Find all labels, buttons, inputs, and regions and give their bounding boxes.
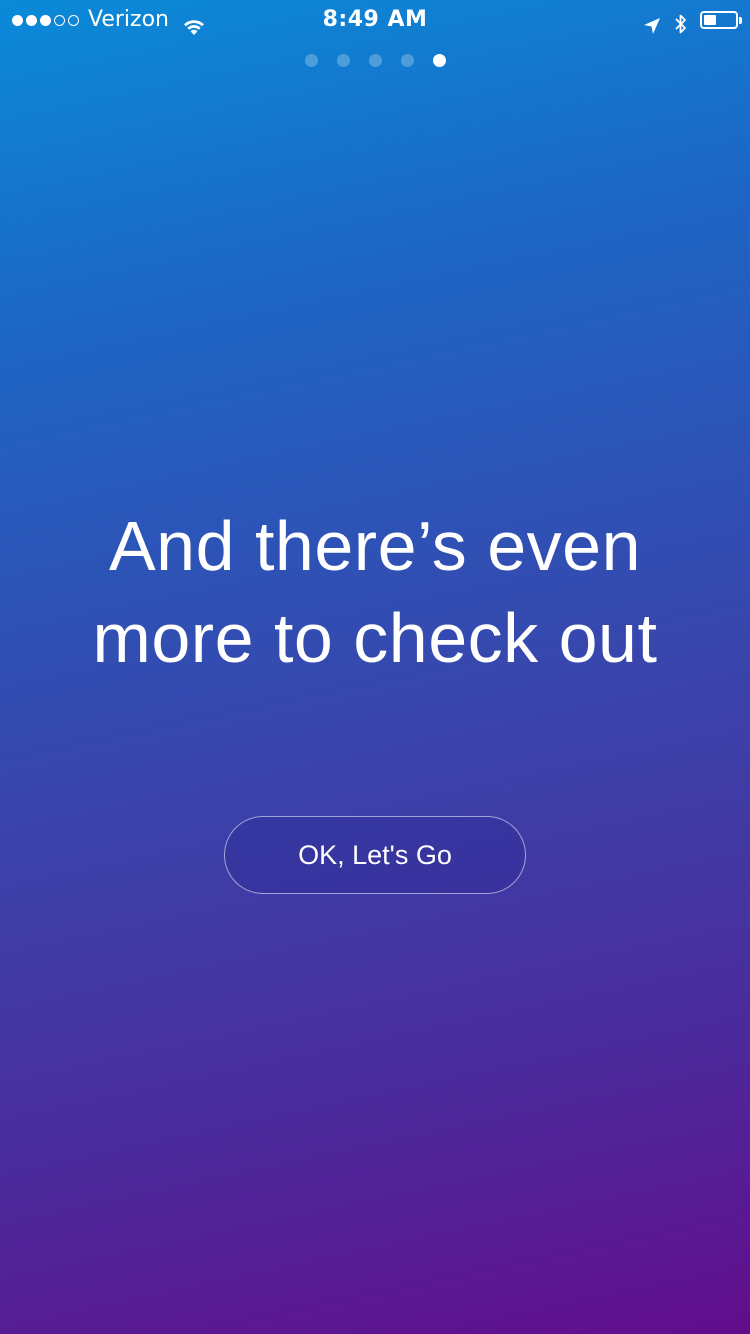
page-dot[interactable] (304, 54, 318, 67)
page-dot[interactable] (368, 54, 382, 67)
page-dot[interactable] (336, 54, 350, 67)
page-indicator[interactable] (0, 54, 750, 67)
page-dot-active[interactable] (432, 54, 446, 67)
onboarding-headline: And there’s even more to check out (0, 500, 750, 684)
headline-line-2: more to check out (92, 599, 658, 677)
page-dot[interactable] (400, 54, 414, 67)
ok-lets-go-button[interactable]: OK, Let's Go (224, 816, 526, 894)
battery-level-fill (704, 15, 716, 25)
battery-cap (739, 17, 742, 24)
status-bar: Verizon 8:49 AM (0, 0, 750, 40)
status-right (642, 0, 742, 40)
status-time: 8:49 AM (322, 7, 428, 32)
bluetooth-icon (674, 9, 688, 34)
location-arrow-icon (642, 10, 662, 34)
battery-icon (700, 11, 742, 29)
onboarding-screen: Verizon 8:49 AM And there’s even more to… (0, 0, 750, 1334)
headline-line-1: And there’s even (108, 507, 642, 585)
